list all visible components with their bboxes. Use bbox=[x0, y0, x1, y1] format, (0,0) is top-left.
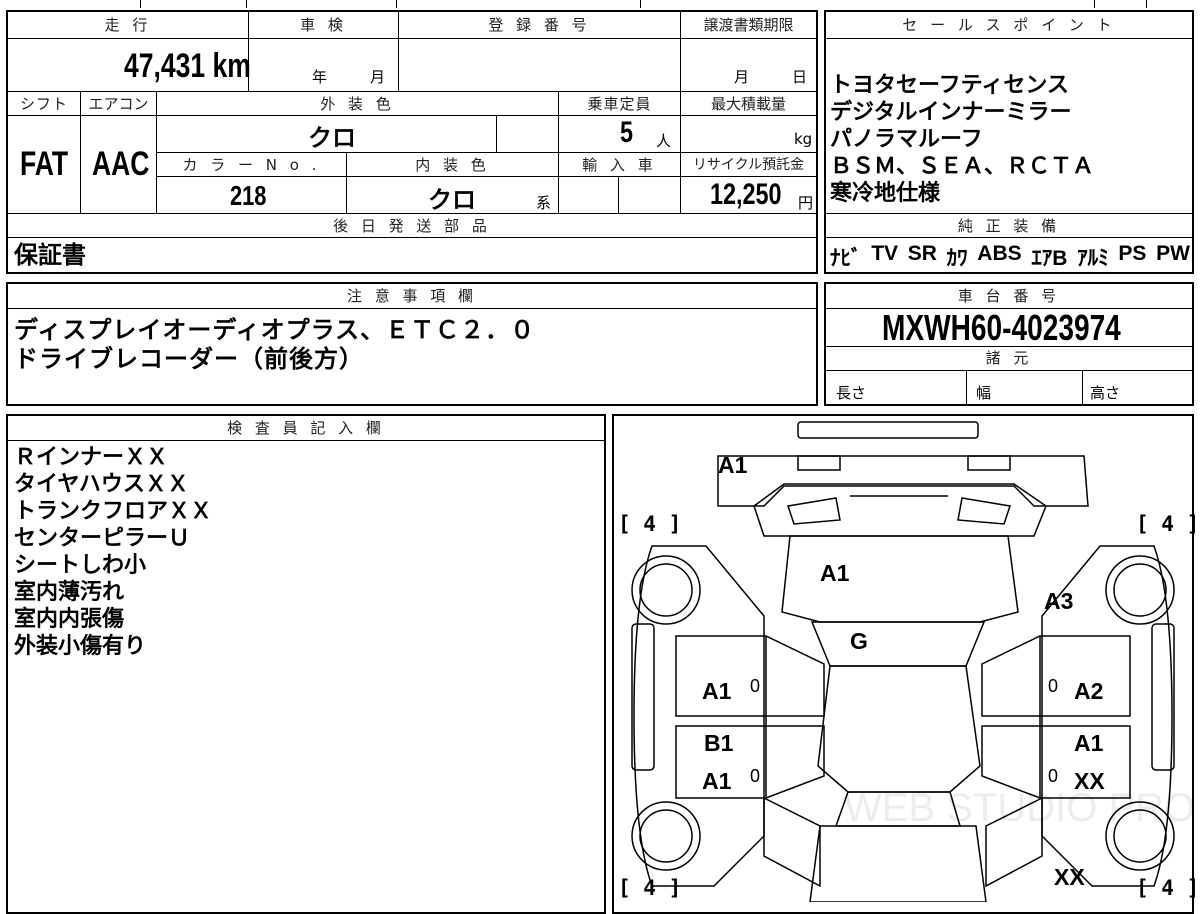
mark-right-front-door: A2 bbox=[1074, 678, 1104, 704]
chassis-number-value: MXWH60-4023974 bbox=[882, 308, 1121, 348]
exterior-color-value: クロ bbox=[308, 124, 356, 152]
aircon-value: AAC bbox=[92, 145, 150, 183]
equipment-item: ｴｱB bbox=[1031, 247, 1068, 270]
sales-point-item: パノラマルーフ bbox=[830, 127, 983, 152]
later-parts-value: 保証書 bbox=[14, 242, 86, 269]
shift-value: FAT bbox=[20, 145, 69, 183]
later-parts-header: 後 日 発 送 部 品 bbox=[8, 215, 816, 236]
chassis-number-header: 車 台 番 号 bbox=[826, 285, 1192, 307]
chassis-specs-panel: 車 台 番 号 MXWH60-4023974 諸 元 長さ 幅 高さ bbox=[824, 282, 1194, 406]
mark-left-pillar: B1 bbox=[704, 730, 734, 756]
inspector-line: タイヤハウスＸＸ bbox=[14, 472, 189, 497]
tire-front-left: [ 4 ] bbox=[618, 512, 682, 536]
interior-color-header: 内 装 色 bbox=[347, 154, 558, 175]
deadline-day-unit: 日 bbox=[792, 68, 808, 86]
sales-points-panel: セ ー ル ス ポ イ ン ト トヨタセーフティセンス デジタルインナーミラー … bbox=[824, 10, 1194, 274]
sales-point-item: トヨタセーフティセンス bbox=[830, 73, 1069, 98]
inspector-line: 室内内張傷 bbox=[14, 607, 125, 632]
tire-rear-left: [ 4 ] bbox=[618, 876, 682, 900]
inspection-header: 車 検 bbox=[249, 14, 398, 36]
inspector-line: 室内薄汚れ bbox=[14, 580, 125, 605]
sales-point-item: ＢＳＭ、ＳＥＡ、ＲＣＴＡ bbox=[830, 154, 1095, 179]
registration-header: 登 録 番 号 bbox=[399, 14, 680, 36]
sales-points-list: トヨタセーフティセンス デジタルインナーミラー パノラマルーフ ＢＳＭ、ＳＥＡ、… bbox=[830, 72, 1190, 207]
inspector-panel: 検 査 員 記 入 欄 ＲインナーＸＸ タイヤハウスＸＸ トランクフロアＸＸ セ… bbox=[6, 414, 606, 914]
recycle-fee-value: 12,250 bbox=[710, 178, 782, 211]
notes-line: ドライブレコーダー（前後方） bbox=[14, 345, 364, 373]
equipment-item: TV bbox=[871, 242, 899, 265]
genuine-equipment-list: ﾅﾋﾞ TV SR ｶﾜ ABS ｴｱB ｱﾙﾐ PS PW bbox=[830, 242, 1190, 272]
inspector-line: シートしわ小 bbox=[14, 553, 147, 578]
equipment-item: ﾅﾋﾞ bbox=[830, 247, 862, 270]
inspector-line: トランクフロアＸＸ bbox=[14, 499, 213, 524]
mark-right-rear-door-zero: 0 bbox=[1048, 766, 1059, 786]
mark-right-pillar: A1 bbox=[1074, 730, 1104, 756]
interior-color-value: クロ bbox=[428, 186, 476, 214]
color-no-header: カ ラ ー N o . bbox=[157, 154, 346, 175]
top-cutoff-strip bbox=[0, 0, 1200, 8]
genuine-equipment-header: 純 正 装 備 bbox=[826, 215, 1192, 236]
sales-point-item: デジタルインナーミラー bbox=[830, 100, 1072, 125]
import-header: 輸 入 車 bbox=[559, 154, 680, 175]
notes-panel: 注 意 事 項 欄 ディスプレイオーディオプラス、ＥＴＣ２．０ ドライブレコーダ… bbox=[6, 282, 818, 406]
equipment-item: SR bbox=[907, 242, 937, 265]
mark-front-bumper: A1 bbox=[718, 452, 748, 478]
mark-hood: A1 bbox=[820, 560, 850, 586]
recycle-fee-unit: 円 bbox=[798, 194, 814, 212]
exterior-color-header: 外 装 色 bbox=[157, 93, 558, 114]
specs-header: 諸 元 bbox=[826, 347, 1192, 369]
equipment-item: ｱﾙﾐ bbox=[1077, 247, 1109, 270]
interior-color-suffix: 系 bbox=[536, 194, 552, 212]
capacity-value: 5 bbox=[620, 116, 634, 149]
height-label: 高さ bbox=[1090, 384, 1121, 402]
load-unit: kg bbox=[794, 130, 813, 148]
mark-right-front-fender: A3 bbox=[1044, 588, 1074, 614]
inspector-line: 外装小傷有り bbox=[14, 634, 147, 659]
aircon-header: エアコン bbox=[81, 93, 156, 114]
inspector-line: ＲインナーＸＸ bbox=[14, 445, 169, 470]
inspection-year-unit: 年 bbox=[312, 68, 328, 86]
inspector-header: 検 査 員 記 入 欄 bbox=[8, 417, 604, 439]
sales-point-item: 寒冷地仕様 bbox=[830, 181, 941, 206]
mark-left-rear-door: A1 bbox=[702, 768, 732, 794]
mark-left-rear-door-zero: 0 bbox=[750, 766, 761, 786]
deadline-month-unit: 月 bbox=[734, 68, 750, 86]
tire-rear-right: [ 4 ] bbox=[1136, 876, 1200, 900]
sales-points-header: セ ー ル ス ポ イ ン ト bbox=[826, 14, 1192, 36]
inspector-lines: ＲインナーＸＸ タイヤハウスＸＸ トランクフロアＸＸ センターピラーＵ シートし… bbox=[14, 444, 212, 660]
capacity-header: 乗車定員 bbox=[559, 93, 680, 114]
mark-left-front-door-zero: 0 bbox=[750, 676, 761, 696]
capacity-unit: 人 bbox=[656, 132, 672, 150]
length-label: 長さ bbox=[836, 384, 867, 402]
transfer-deadline-header: 譲渡書類期限 bbox=[681, 14, 816, 36]
equipment-item: ｶﾜ bbox=[946, 247, 968, 270]
equipment-item: PW bbox=[1156, 242, 1190, 265]
shift-header: シフト bbox=[8, 93, 80, 114]
inspector-line: センターピラーＵ bbox=[14, 526, 191, 551]
notes-line: ディスプレイオーディオプラス、ＥＴＣ２．０ bbox=[14, 316, 536, 344]
mileage-header: 走 行 bbox=[8, 14, 248, 36]
color-no-value: 218 bbox=[230, 180, 267, 211]
mark-right-front-door-zero: 0 bbox=[1048, 676, 1059, 696]
car-damage-diagram: [ 4 ] [ 4 ] [ 4 ] [ 4 ] A1 A1 A3 G A1 0 … bbox=[612, 414, 1199, 914]
mark-right-rear-quarter: XX bbox=[1054, 864, 1085, 890]
notes-header: 注 意 事 項 欄 bbox=[8, 285, 816, 307]
equipment-item: PS bbox=[1118, 242, 1147, 265]
recycle-fee-header: リサイクル預託金 bbox=[681, 154, 816, 175]
inspection-month-unit: 月 bbox=[370, 68, 386, 86]
vehicle-info-table: 走 行 車 検 登 録 番 号 譲渡書類期限 47,431 km 年 月 月 日… bbox=[6, 10, 818, 274]
mark-left-front-door: A1 bbox=[702, 678, 732, 704]
mark-windshield: G bbox=[850, 628, 868, 654]
mileage-value: 47,431 km bbox=[124, 47, 251, 85]
tire-front-right: [ 4 ] bbox=[1136, 512, 1200, 536]
max-load-header: 最大積載量 bbox=[681, 93, 816, 114]
notes-lines: ディスプレイオーディオプラス、ＥＴＣ２．０ ドライブレコーダー（前後方） bbox=[14, 316, 535, 374]
equipment-item: ABS bbox=[977, 242, 1022, 265]
watermark: WEB STUDIO PRO bbox=[844, 786, 1196, 830]
width-label: 幅 bbox=[976, 384, 992, 402]
